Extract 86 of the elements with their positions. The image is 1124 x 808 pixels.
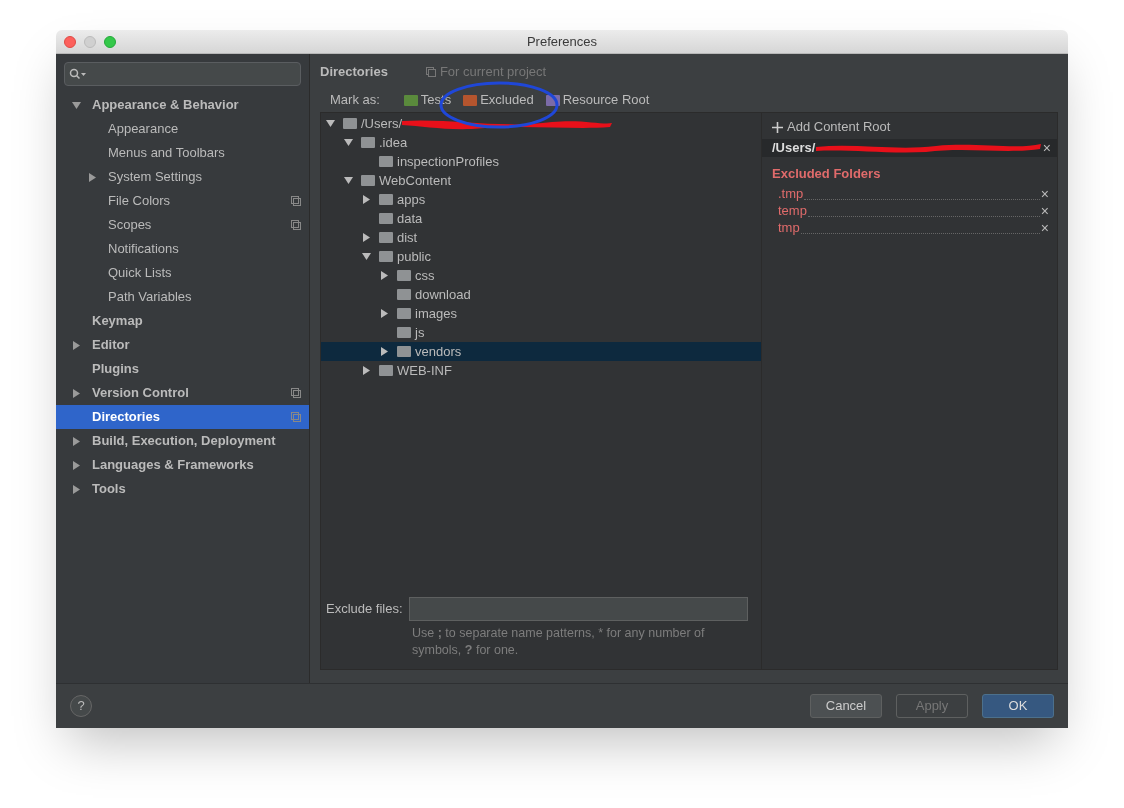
folder-icon — [379, 156, 393, 167]
collapsed-arrow-icon[interactable] — [71, 388, 81, 398]
sidebar-item[interactable]: Appearance — [56, 117, 309, 141]
tree-row[interactable]: download — [321, 285, 761, 304]
sidebar-item[interactable]: Path Variables — [56, 285, 309, 309]
excluded-folders-heading: Excluded Folders — [771, 165, 882, 183]
folder-icon — [379, 194, 393, 205]
dialog-button[interactable]: Cancel — [810, 694, 882, 718]
sidebar-item[interactable]: Plugins — [56, 357, 309, 381]
tree-row[interactable]: public — [321, 247, 761, 266]
folder-icon — [397, 346, 411, 357]
tree-row[interactable]: vendors — [321, 342, 761, 361]
tree-row[interactable]: apps — [321, 190, 761, 209]
remove-icon[interactable]: × — [1040, 185, 1049, 202]
tree-row[interactable]: .idea — [321, 133, 761, 152]
sidebar-item[interactable]: Scopes — [56, 213, 309, 237]
expanded-arrow-icon[interactable] — [343, 176, 353, 185]
sidebar-item[interactable]: Languages & Frameworks — [56, 453, 309, 477]
expanded-arrow-icon[interactable] — [361, 252, 371, 261]
zoom-window-button[interactable] — [104, 36, 116, 48]
search-field[interactable] — [64, 62, 301, 86]
sidebar-item[interactable]: Build, Execution, Deployment — [56, 429, 309, 453]
folder-icon — [379, 251, 393, 262]
close-window-button[interactable] — [64, 36, 76, 48]
field-label: Exclude files: — [326, 600, 403, 619]
sidebar-item[interactable]: Version Control — [56, 381, 309, 405]
sidebar-item[interactable]: Tools — [56, 477, 309, 501]
sidebar-item[interactable]: Appearance & Behavior — [56, 93, 309, 117]
sidebar-item[interactable]: Editor — [56, 333, 309, 357]
collapsed-arrow-icon[interactable] — [361, 195, 371, 204]
expanded-arrow-icon[interactable] — [71, 100, 81, 110]
tree-row[interactable]: WEB-INF — [321, 361, 761, 380]
remove-icon[interactable]: × — [1040, 219, 1049, 236]
scope-label: For current project — [439, 63, 547, 82]
tree-row[interactable]: inspectionProfiles — [321, 152, 761, 171]
exclude-files-field[interactable] — [408, 597, 748, 621]
content-root-row[interactable]: /Users/ × — [762, 139, 1057, 157]
hint-text: Use ; to separate name patterns, * for any number of symbols, ? for one. — [412, 625, 706, 659]
tree-row[interactable]: images — [321, 304, 761, 323]
excluded-folder: .tmp — [778, 185, 804, 202]
folder-icon — [343, 118, 357, 129]
page-title: Directories — [320, 63, 388, 82]
sidebar-item[interactable]: Quick Lists — [56, 261, 309, 285]
sidebar-item[interactable]: File Colors — [56, 189, 309, 213]
collapsed-arrow-icon[interactable] — [71, 436, 81, 446]
tree-row[interactable]: js — [321, 323, 761, 342]
remove-icon[interactable]: × — [1040, 202, 1049, 219]
collapsed-arrow-icon[interactable] — [87, 172, 97, 182]
folder-icon — [397, 327, 411, 338]
help-button[interactable]: ? — [70, 695, 92, 717]
content-root-path: /Users/ — [772, 139, 816, 158]
sidebar-item[interactable]: Menus and Toolbars — [56, 141, 309, 165]
collapsed-arrow-icon[interactable] — [379, 309, 389, 318]
tree-row[interactable]: css — [321, 266, 761, 285]
collapsed-arrow-icon[interactable] — [71, 340, 81, 350]
project-icon — [425, 67, 436, 77]
window-title: Preferences — [526, 32, 598, 51]
collapsed-arrow-icon[interactable] — [361, 233, 371, 242]
folder-icon — [379, 232, 393, 243]
tree-row[interactable]: data — [321, 209, 761, 228]
add-icon[interactable] — [772, 121, 783, 133]
folder-icon — [379, 213, 393, 224]
excluded-folder: temp — [778, 202, 807, 219]
collapsed-arrow-icon[interactable] — [71, 460, 81, 470]
folder-icon — [397, 289, 411, 300]
sidebar-item[interactable]: Keymap — [56, 309, 309, 333]
folder-icon — [397, 270, 411, 281]
remove-icon[interactable]: × — [1042, 141, 1051, 155]
ok-button[interactable]: OK — [982, 694, 1054, 718]
collapsed-arrow-icon[interactable] — [71, 484, 81, 494]
tree-row[interactable]: /Users/ — [321, 114, 761, 133]
tree-row[interactable]: WebContent — [321, 171, 761, 190]
sidebar-item[interactable]: System Settings — [56, 165, 309, 189]
field-label: Mark as: — [330, 91, 380, 110]
tree-row[interactable]: dist — [321, 228, 761, 247]
sidebar-item[interactable]: Directories — [56, 405, 309, 429]
collapsed-arrow-icon[interactable] — [379, 271, 389, 280]
folder-icon — [379, 365, 393, 376]
search-icon — [69, 68, 87, 80]
sidebar-item[interactable]: Notifications — [56, 237, 309, 261]
folder-icon — [397, 308, 411, 319]
excluded-folder: tmp — [778, 219, 800, 236]
mark-as-option[interactable]: Resource Root — [545, 90, 650, 110]
folder-icon — [361, 137, 375, 148]
add-content-root-link[interactable]: Add Content Root — [787, 117, 891, 137]
folder-icon — [361, 175, 375, 186]
